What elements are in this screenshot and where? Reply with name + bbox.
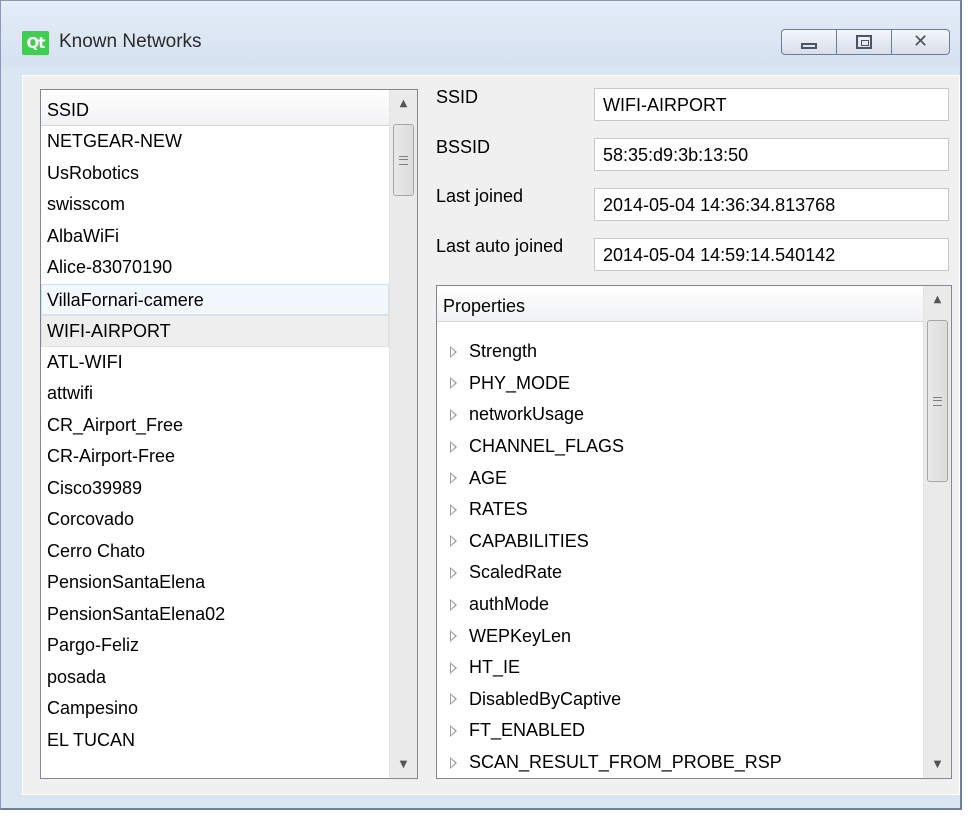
tree-item[interactable]: AGE [437, 462, 923, 494]
minimize-icon [801, 43, 817, 49]
tree-item-label: networkUsage [469, 404, 585, 425]
last-joined-field[interactable]: 2014-05-04 14:36:34.813768 [594, 188, 949, 221]
scroll-up-arrow-icon[interactable]: ▲ [390, 90, 417, 117]
last-auto-joined-field[interactable]: 2014-05-04 14:59:14.540142 [594, 238, 949, 271]
list-item[interactable]: Pargo-Feliz [41, 630, 389, 662]
tree-expand-arrow-icon[interactable] [450, 630, 457, 643]
maximize-button[interactable] [837, 29, 892, 55]
bssid-label: BSSID [436, 137, 491, 157]
tree-expand-arrow-icon[interactable] [450, 756, 457, 769]
last-auto-joined-label: Last auto joined [436, 236, 564, 256]
tree-item-label: HT_IE [469, 657, 521, 678]
tree-item[interactable]: CHANNEL_FLAGS [437, 431, 923, 463]
tree-item-label: SCAN_RESULT_FROM_PROBE_RSP [469, 752, 782, 773]
list-item[interactable]: EL TUCAN [41, 725, 389, 757]
tree-expand-arrow-icon[interactable] [450, 724, 457, 737]
tree-item[interactable]: DisabledByCaptive [437, 684, 923, 716]
tree-item-label: PHY_MODE [469, 372, 571, 393]
ssid-field[interactable]: WIFI-AIRPORT [594, 88, 949, 121]
list-item[interactable]: VillaFornari-camere [41, 283, 389, 315]
list-item[interactable]: NETGEAR-NEW [41, 126, 389, 158]
tree-item[interactable]: networkUsage [437, 399, 923, 431]
list-item[interactable]: PensionSantaElena02 [41, 599, 389, 631]
tree-expand-arrow-icon[interactable] [450, 535, 457, 548]
tree-item-label: CAPABILITIES [469, 530, 589, 551]
list-item[interactable]: Cisco39989 [41, 473, 389, 505]
list-item[interactable]: Campesino [41, 693, 389, 725]
scroll-down-arrow-icon[interactable]: ▼ [924, 751, 951, 778]
list-item[interactable]: CR-Airport-Free [41, 441, 389, 473]
properties-tree[interactable]: Properties Strength PHY_MODE networkUsage C… [436, 285, 952, 779]
scroll-up-arrow-icon[interactable]: ▲ [924, 286, 951, 313]
tree-expand-arrow-icon[interactable] [450, 598, 457, 611]
qt-logo-icon: Qt [22, 31, 49, 55]
tree-item[interactable]: HT_IE [437, 652, 923, 684]
tree-item-label: RATES [469, 499, 528, 520]
close-button[interactable]: ✕ [892, 29, 950, 55]
ssid-list[interactable]: SSID NETGEAR-NEW UsRobotics swisscom AlbaWi… [40, 89, 418, 779]
ssid-label: SSID [436, 87, 479, 107]
list-item[interactable]: attwifi [41, 378, 389, 410]
list-item[interactable]: posada [41, 662, 389, 694]
ssid-list-scrollbar[interactable]: ▲ ▼ [389, 90, 417, 778]
properties-header[interactable]: Properties [437, 286, 923, 322]
tree-expand-arrow-icon[interactable] [450, 440, 457, 453]
list-item[interactable]: CR_Airport_Free [41, 410, 389, 442]
list-item[interactable]: Cerro Chato [41, 536, 389, 568]
list-item[interactable]: swisscom [41, 189, 389, 221]
ssid-list-header[interactable]: SSID [41, 90, 389, 126]
list-item[interactable]: Alice-83070190 [41, 252, 389, 284]
tree-item-label: AGE [469, 467, 508, 488]
tree-item[interactable]: CAPABILITIES [437, 526, 923, 558]
tree-item[interactable]: SCAN_RESULT_FROM_PROBE_RSP [437, 747, 923, 779]
properties-scrollbar[interactable]: ▲ ▼ [923, 286, 951, 778]
tree-item-label: FT_ENABLED [469, 720, 586, 741]
maximize-icon [856, 35, 872, 49]
properties-tree-body: Strength PHY_MODE networkUsage CHANNEL_FLAG… [437, 336, 923, 778]
grip-icon [399, 155, 408, 165]
scroll-thumb[interactable] [927, 320, 948, 482]
list-item[interactable]: ATL-WIFI [41, 347, 389, 379]
tree-expand-arrow-icon[interactable] [450, 345, 457, 358]
window-title: Known Networks [59, 31, 202, 52]
tree-expand-arrow-icon[interactable] [450, 503, 457, 516]
tree-item[interactable]: RATES [437, 494, 923, 526]
tree-expand-arrow-icon[interactable] [450, 377, 457, 390]
tree-item[interactable]: FT_ENABLED [437, 715, 923, 747]
tree-expand-arrow-icon[interactable] [450, 408, 457, 421]
tree-item-label: Strength [469, 341, 538, 362]
list-item[interactable]: PensionSantaElena [41, 567, 389, 599]
ssid-list-body: NETGEAR-NEW UsRobotics swisscom AlbaWiFi Ali… [41, 126, 389, 756]
client-area: SSID NETGEAR-NEW UsRobotics swisscom AlbaWi… [22, 75, 960, 795]
tree-item-label: ScaledRate [469, 562, 563, 583]
tree-item-label: DisabledByCaptive [469, 688, 622, 709]
list-item[interactable]: Corcovado [41, 504, 389, 536]
tree-expand-arrow-icon[interactable] [450, 566, 457, 579]
known-networks-window: Qt Known Networks ✕ SSID NETGEAR-NEW UsRo… [0, 0, 962, 810]
tree-item[interactable]: authMode [437, 589, 923, 621]
close-icon: ✕ [912, 31, 929, 52]
grip-icon [933, 396, 942, 406]
tree-item-label: CHANNEL_FLAGS [469, 436, 625, 457]
scroll-down-arrow-icon[interactable]: ▼ [390, 751, 417, 778]
tree-expand-arrow-icon[interactable] [450, 661, 457, 674]
tree-item-label: WEPKeyLen [469, 625, 572, 646]
tree-item-label: authMode [469, 594, 550, 615]
tree-item[interactable]: WEPKeyLen [437, 620, 923, 652]
window-controls: ✕ [781, 29, 952, 57]
list-item[interactable]: AlbaWiFi [41, 221, 389, 253]
list-item[interactable]: UsRobotics [41, 158, 389, 190]
tree-item[interactable]: Strength [437, 336, 923, 368]
minimize-button[interactable] [781, 29, 837, 55]
scroll-thumb[interactable] [393, 124, 414, 196]
tree-item[interactable]: PHY_MODE [437, 368, 923, 400]
bssid-field[interactable]: 58:35:d9:3b:13:50 [594, 138, 949, 171]
list-item[interactable]: WIFI-AIRPORT [41, 315, 389, 347]
title-bar[interactable]: Qt Known Networks ✕ [1, 1, 960, 65]
tree-expand-arrow-icon[interactable] [450, 472, 457, 485]
last-joined-label: Last joined [436, 186, 524, 206]
tree-expand-arrow-icon[interactable] [450, 693, 457, 706]
tree-item[interactable]: ScaledRate [437, 557, 923, 589]
